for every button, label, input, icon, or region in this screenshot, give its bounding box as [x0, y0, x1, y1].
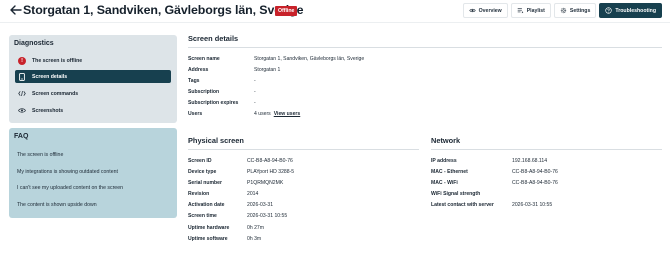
detail-value: 2026-03-31 10:55 [512, 202, 553, 208]
section-divider [188, 47, 662, 48]
physical-screen-title: Physical screen [188, 136, 244, 145]
detail-label: IP address [431, 158, 457, 164]
detail-value: - [254, 100, 256, 106]
device-icon [18, 72, 26, 81]
back-arrow-icon[interactable] [9, 3, 23, 17]
faq-item[interactable]: The screen is offline [17, 152, 63, 158]
users-count: 4 users [254, 111, 271, 117]
tab-troubleshooting[interactable]: Troubleshooting [599, 3, 662, 18]
eye-icon [18, 107, 26, 115]
section-divider [431, 149, 662, 150]
detail-value: - [254, 78, 256, 84]
detail-value: Storgatan 1, Sandviken, Gävleborgs län, … [254, 56, 365, 62]
screen-details-title: Screen details [188, 34, 239, 43]
faq-panel: FAQ The screen is offline My integration… [9, 128, 177, 218]
detail-label: Screen time [188, 213, 217, 219]
detail-label: WiFi Signal strength [431, 191, 481, 197]
tab-troubleshooting-label: Troubleshooting [615, 7, 656, 14]
diag-item-label: Screen commands [32, 90, 79, 97]
detail-label: Activation date [188, 202, 225, 208]
tab-overview[interactable]: Overview [462, 3, 508, 18]
detail-value: CC-B8-A8-94-B0-76 [512, 169, 558, 175]
detail-label: Uptime hardware [188, 225, 230, 231]
detail-label: Latest contact with server [431, 202, 494, 208]
warning-icon: ! [18, 56, 26, 65]
gear-icon [560, 7, 567, 14]
detail-label: MAC - Ethernet [431, 169, 468, 175]
users-value: 4 users View users [254, 111, 300, 117]
detail-value: CC-B8-A8-94-B0-76 [512, 180, 558, 186]
detail-label: Device type [188, 169, 217, 175]
detail-value: Storgatan 1 [254, 67, 281, 73]
detail-value: 2026-03-31 [247, 202, 274, 208]
detail-value: CC-B8-A8-94-B0-76 [247, 158, 293, 164]
diag-item-screen-details[interactable]: Screen details [15, 70, 171, 83]
tab-overview-label: Overview [478, 7, 502, 14]
tab-playlist[interactable]: Playlist [510, 3, 551, 18]
detail-value: 0h 3m [247, 236, 262, 242]
diag-item-screen-commands[interactable]: Screen commands [15, 87, 171, 100]
detail-label: Screen name [188, 56, 220, 62]
code-icon [18, 90, 26, 98]
eye-icon [468, 8, 476, 13]
diag-item-label: Screen details [32, 73, 68, 80]
faq-item[interactable]: The content is shown upside down [17, 202, 97, 208]
page-header: Storgatan 1, Sandviken, Gävleborgs län, … [0, 0, 670, 22]
page-title: Storgatan 1, Sandviken, Gävleborgs län, … [23, 3, 304, 17]
faq-item[interactable]: My integrations is showing outdated cont… [17, 169, 118, 175]
detail-label: Uptime software [188, 236, 228, 242]
detail-label: Serial number [188, 180, 222, 186]
detail-label: Tags [188, 78, 200, 84]
detail-label: MAC - WiFi [431, 180, 458, 186]
playlist-icon [517, 8, 524, 14]
diag-item-screenshots[interactable]: Screenshots [15, 104, 171, 117]
diag-item-offline[interactable]: ! The screen is offline [15, 54, 171, 67]
detail-value: - [254, 89, 256, 95]
detail-label: Subscription expires [188, 100, 239, 106]
detail-label: Revision [188, 191, 210, 197]
faq-item[interactable]: I can't see my uploaded content on the s… [17, 185, 123, 191]
detail-value: 0h 27m [247, 225, 264, 231]
detail-label: Subscription [188, 89, 220, 95]
detail-label: Address [188, 67, 209, 73]
detail-value: 192.168.68.114 [512, 158, 548, 164]
header-divider [0, 22, 670, 23]
detail-value: 2026-03-31 10:55 [247, 213, 288, 219]
help-circle-icon [605, 7, 612, 14]
detail-value: P1QRMQN2MK [247, 180, 284, 186]
diagnostics-title: Diagnostics [14, 40, 54, 47]
diagnostics-panel: Diagnostics ! The screen is offline Scre… [9, 35, 177, 123]
status-badge: Offline [275, 6, 298, 16]
tab-playlist-label: Playlist [526, 7, 545, 14]
top-nav: Overview Playlist Settings Troubleshooti… [460, 3, 662, 18]
detail-label: Users [188, 111, 203, 117]
tab-settings-label: Settings [569, 7, 591, 14]
view-users-link[interactable]: View users [274, 111, 301, 117]
detail-value: PLAYport HD 3288-5 [247, 169, 295, 175]
diag-item-label: The screen is offline [32, 57, 83, 64]
detail-value: 2014 [247, 191, 259, 197]
section-divider [188, 149, 419, 150]
detail-label: Screen ID [188, 158, 212, 164]
diag-item-label: Screenshots [32, 107, 64, 114]
faq-title: FAQ [14, 133, 29, 140]
network-title: Network [431, 136, 461, 145]
tab-settings[interactable]: Settings [553, 3, 597, 18]
